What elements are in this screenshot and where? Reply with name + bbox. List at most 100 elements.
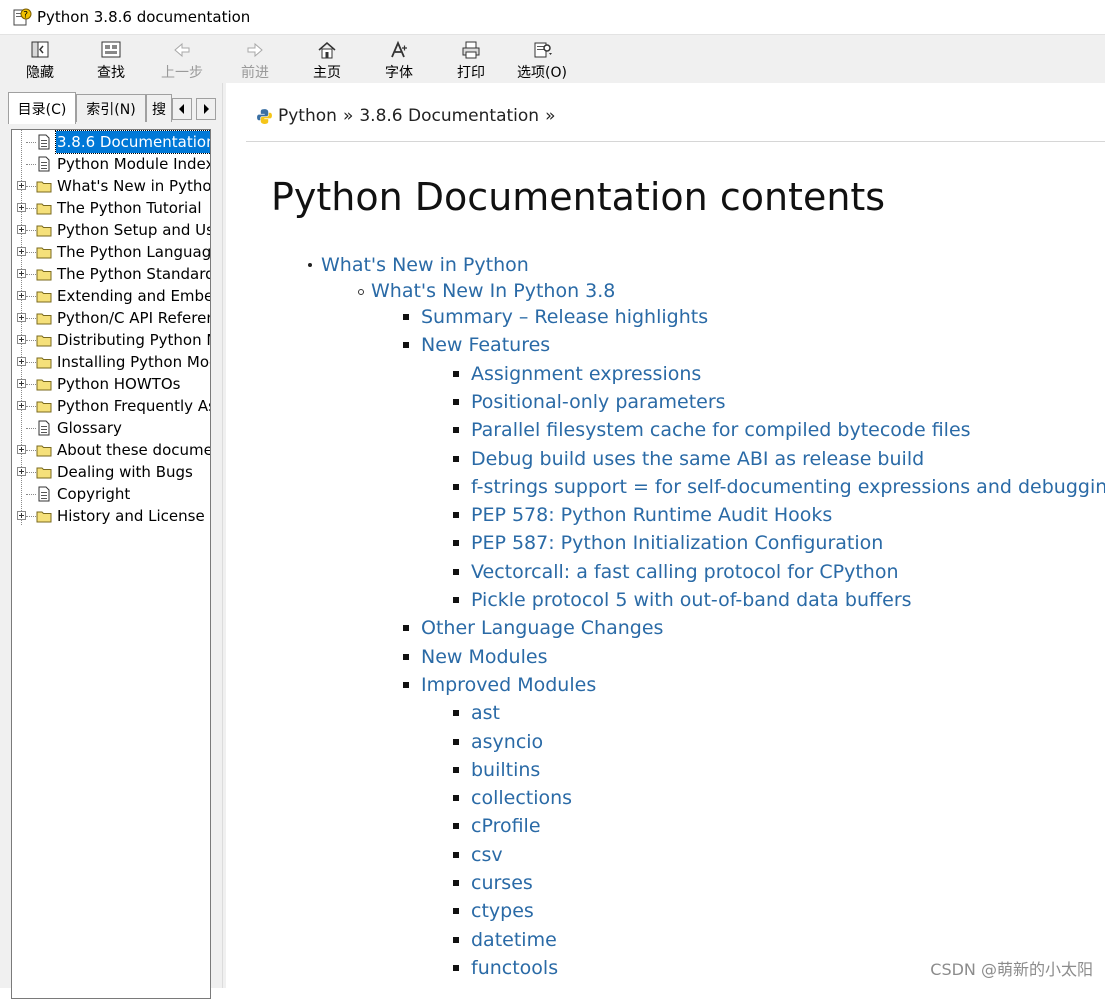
expand-plus-icon[interactable] — [17, 313, 26, 322]
expand-plus-icon[interactable] — [17, 401, 26, 410]
expand-plus-icon[interactable] — [17, 291, 26, 300]
bullet — [453, 738, 459, 745]
tree-connector — [26, 230, 36, 231]
tree-item[interactable]: The Python Language Reference — [12, 241, 210, 263]
toc-link[interactable]: Positional-only parameters — [471, 391, 726, 413]
forward-button[interactable]: 前进 — [225, 38, 285, 82]
hide-pane-icon — [31, 41, 49, 58]
tree-item[interactable]: Glossary — [12, 417, 210, 439]
expand-plus-icon[interactable] — [17, 181, 26, 190]
tree-connector — [26, 406, 36, 407]
expand-plus-icon[interactable] — [17, 511, 26, 520]
tree-item[interactable]: Python Module Index — [12, 153, 210, 175]
options-icon — [534, 42, 552, 58]
bullet — [453, 370, 459, 377]
toc-link[interactable]: New Modules — [421, 646, 547, 668]
folder-icon — [36, 244, 52, 260]
expand-plus-icon[interactable] — [17, 357, 26, 366]
options-button[interactable]: 选项(O) — [512, 38, 572, 82]
tree-item[interactable]: Python HOWTOs — [12, 373, 210, 395]
toc-link[interactable]: asyncio — [471, 731, 543, 753]
toc-link[interactable]: curses — [471, 872, 533, 894]
expand-plus-icon[interactable] — [17, 225, 26, 234]
tree-item[interactable]: Python/C API Reference — [12, 307, 210, 329]
tree-item[interactable]: Python Setup and Usage — [12, 219, 210, 241]
tree-item[interactable]: Extending and Embedding — [12, 285, 210, 307]
toc-link[interactable]: What's New In Python 3.8 — [371, 280, 615, 302]
toc-link[interactable]: functools — [471, 957, 558, 979]
toc-link[interactable]: Assignment expressions — [471, 363, 701, 385]
folder-icon — [36, 354, 52, 370]
tree-item[interactable]: History and License — [12, 505, 210, 527]
tab-contents[interactable]: 目录(C) — [8, 92, 76, 124]
toc-link[interactable]: datetime — [471, 929, 557, 951]
tab-scroll-left-button[interactable] — [172, 98, 192, 120]
hide-button[interactable]: 隐藏 — [10, 38, 70, 82]
tree-item[interactable]: Distributing Python Modules — [12, 329, 210, 351]
toc-link[interactable]: f-strings support = for self-documenting… — [471, 476, 1105, 498]
tab-index[interactable]: 索引(N) — [76, 94, 146, 122]
tree-item[interactable]: What's New in Python — [12, 175, 210, 197]
window-title: Python 3.8.6 documentation — [37, 8, 251, 26]
bullet — [453, 597, 459, 603]
font-button[interactable]: 字体 — [369, 38, 429, 82]
tree-connector — [26, 252, 36, 253]
tree-item[interactable]: 3.8.6 Documentation — [12, 130, 210, 154]
tree-item[interactable]: The Python Tutorial — [12, 197, 210, 219]
tree-item[interactable]: Dealing with Bugs — [12, 461, 210, 483]
toc-link[interactable]: Parallel filesystem cache for compiled b… — [471, 419, 971, 441]
tree-item[interactable]: The Python Standard Library — [12, 263, 210, 285]
expand-plus-icon[interactable] — [17, 335, 26, 344]
tree-item[interactable]: Installing Python Modules — [12, 351, 210, 373]
tree-item-label: Python HOWTOs — [57, 375, 181, 393]
python-logo-icon — [257, 108, 272, 124]
toc-link[interactable]: Debug build uses the same ABI as release… — [471, 448, 924, 470]
breadcrumb-link-documentation[interactable]: 3.8.6 Documentation — [359, 106, 539, 126]
breadcrumb-link-python[interactable]: Python — [278, 106, 337, 126]
toc-link[interactable]: ast — [471, 702, 500, 724]
tree-item-label: About these documents — [57, 441, 211, 459]
expand-plus-icon[interactable] — [17, 445, 26, 454]
tree-item-label: 3.8.6 Documentation — [55, 130, 210, 154]
toc-link[interactable]: PEP 587: Python Initialization Configura… — [471, 532, 883, 554]
folder-icon — [36, 200, 52, 216]
toc-link[interactable]: Pickle protocol 5 with out-of-band data … — [471, 589, 912, 611]
tree-item-label: Glossary — [57, 419, 122, 437]
toc-link[interactable]: ctypes — [471, 900, 534, 922]
back-button[interactable]: 上一步 — [152, 38, 212, 82]
toc-link[interactable]: Summary – Release highlights — [421, 306, 708, 328]
tab-scroll-right-button[interactable] — [196, 98, 216, 120]
expand-plus-icon[interactable] — [17, 269, 26, 278]
toc-link[interactable]: cProfile — [471, 815, 541, 837]
folder-icon — [36, 332, 52, 348]
toc-link[interactable]: collections — [471, 787, 572, 809]
toc-link[interactable]: PEP 578: Python Runtime Audit Hooks — [471, 504, 832, 526]
folder-icon — [36, 178, 52, 194]
expand-plus-icon[interactable] — [17, 203, 26, 212]
toc-link[interactable]: What's New in Python — [321, 254, 529, 276]
folder-icon — [36, 222, 52, 238]
forward-arrow-icon — [247, 42, 263, 58]
page-icon — [36, 486, 52, 502]
toc-link[interactable]: builtins — [471, 759, 540, 781]
bullet — [453, 398, 459, 405]
toc-link[interactable]: Improved Modules — [421, 674, 596, 696]
print-button[interactable]: 打印 — [441, 38, 501, 82]
page-icon — [36, 420, 52, 436]
toc-link[interactable]: Vectorcall: a fast calling protocol for … — [471, 561, 899, 583]
tab-search[interactable]: 搜 — [146, 94, 172, 122]
toc-link[interactable]: csv — [471, 844, 503, 866]
toc-link[interactable]: New Features — [421, 334, 550, 356]
expand-plus-icon[interactable] — [17, 467, 26, 476]
toc-link[interactable]: Other Language Changes — [421, 617, 663, 639]
bullet — [453, 427, 459, 434]
expand-plus-icon[interactable] — [17, 247, 26, 256]
tree-item[interactable]: About these documents — [12, 439, 211, 461]
bullet — [453, 483, 459, 490]
expand-plus-icon[interactable] — [17, 379, 26, 388]
locate-button[interactable]: 查找 — [81, 38, 141, 82]
tree-item[interactable]: Python Frequently Asked Questions — [12, 395, 210, 417]
tree-item[interactable]: Copyright — [12, 483, 210, 505]
home-button[interactable]: 主页 — [297, 38, 357, 82]
tree-connector — [26, 142, 36, 143]
